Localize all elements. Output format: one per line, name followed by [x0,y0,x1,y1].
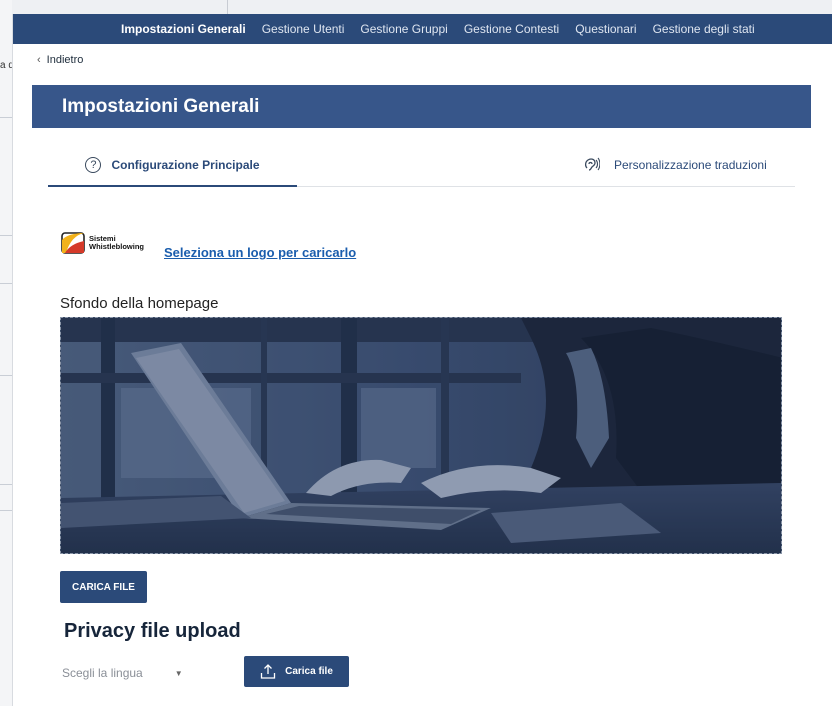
background-divider [0,283,12,284]
settings-modal: Impostazioni Generali Gestione Utenti Ge… [12,14,832,706]
language-select-placeholder: Scegli la lingua [62,666,143,680]
back-label: Indietro [46,54,84,66]
homepage-background-upload-button[interactable]: CARICA FILE [60,571,147,603]
background-text-fragment: a d [0,60,12,71]
ear-icon [584,157,600,171]
nav-item-questionari[interactable]: Questionari [575,22,636,36]
logo-section: Sistemi Whistleblowing Seleziona un logo… [61,232,356,260]
back-link[interactable]: ‹ Indietro [37,54,83,66]
homepage-background-image [60,317,782,554]
background-divider [0,484,12,485]
background-app: a d [0,0,12,706]
nav-item-gestione-contesti[interactable]: Gestione Contesti [464,22,559,36]
tab-configurazione-principale[interactable]: ? Configurazione Principale [48,144,297,187]
caret-down-icon: ▼ [174,668,183,678]
organization-logo: Sistemi Whistleblowing [61,232,144,254]
tab-label: Configurazione Principale [111,157,260,172]
homepage-background-label: Sfondo della homepage [60,295,219,312]
nav-item-impostazioni-generali[interactable]: Impostazioni Generali [121,22,246,36]
background-divider [0,235,12,236]
tab-personalizzazione-traduzioni[interactable]: Personalizzazione traduzioni [582,144,795,185]
page-header: Impostazioni Generali [32,85,811,128]
logo-mark-icon [61,232,85,254]
top-navigation: Impostazioni Generali Gestione Utenti Ge… [13,14,832,44]
upload-icon [260,664,276,679]
page-title: Impostazioni Generali [62,95,260,117]
nav-item-gestione-stati[interactable]: Gestione degli stati [653,22,755,36]
laptop-photo [61,318,781,553]
background-divider [0,510,12,511]
question-circle-icon: ? [85,156,102,173]
privacy-section-title: Privacy file upload [64,620,241,642]
nav-item-gestione-gruppi[interactable]: Gestione Gruppi [360,22,447,36]
language-select[interactable]: Scegli la lingua ▼ [62,663,192,683]
background-divider [0,375,12,376]
select-logo-link[interactable]: Seleziona un logo per caricarlo [164,245,356,260]
logo-text-line2: Whistleblowing [89,242,144,251]
tab-label: Personalizzazione traduzioni [614,157,767,172]
background-divider [0,117,12,118]
background-divider [227,0,228,14]
logo-text: Sistemi Whistleblowing [89,235,144,251]
tab-bar: ? Configurazione Principale Personalizza… [48,144,795,187]
privacy-upload-button[interactable]: Carica file [244,656,349,687]
nav-item-gestione-utenti[interactable]: Gestione Utenti [262,22,345,36]
chevron-left-icon: ‹ [37,54,41,66]
privacy-upload-label: Carica file [285,666,333,677]
background-top-strip [12,0,832,14]
